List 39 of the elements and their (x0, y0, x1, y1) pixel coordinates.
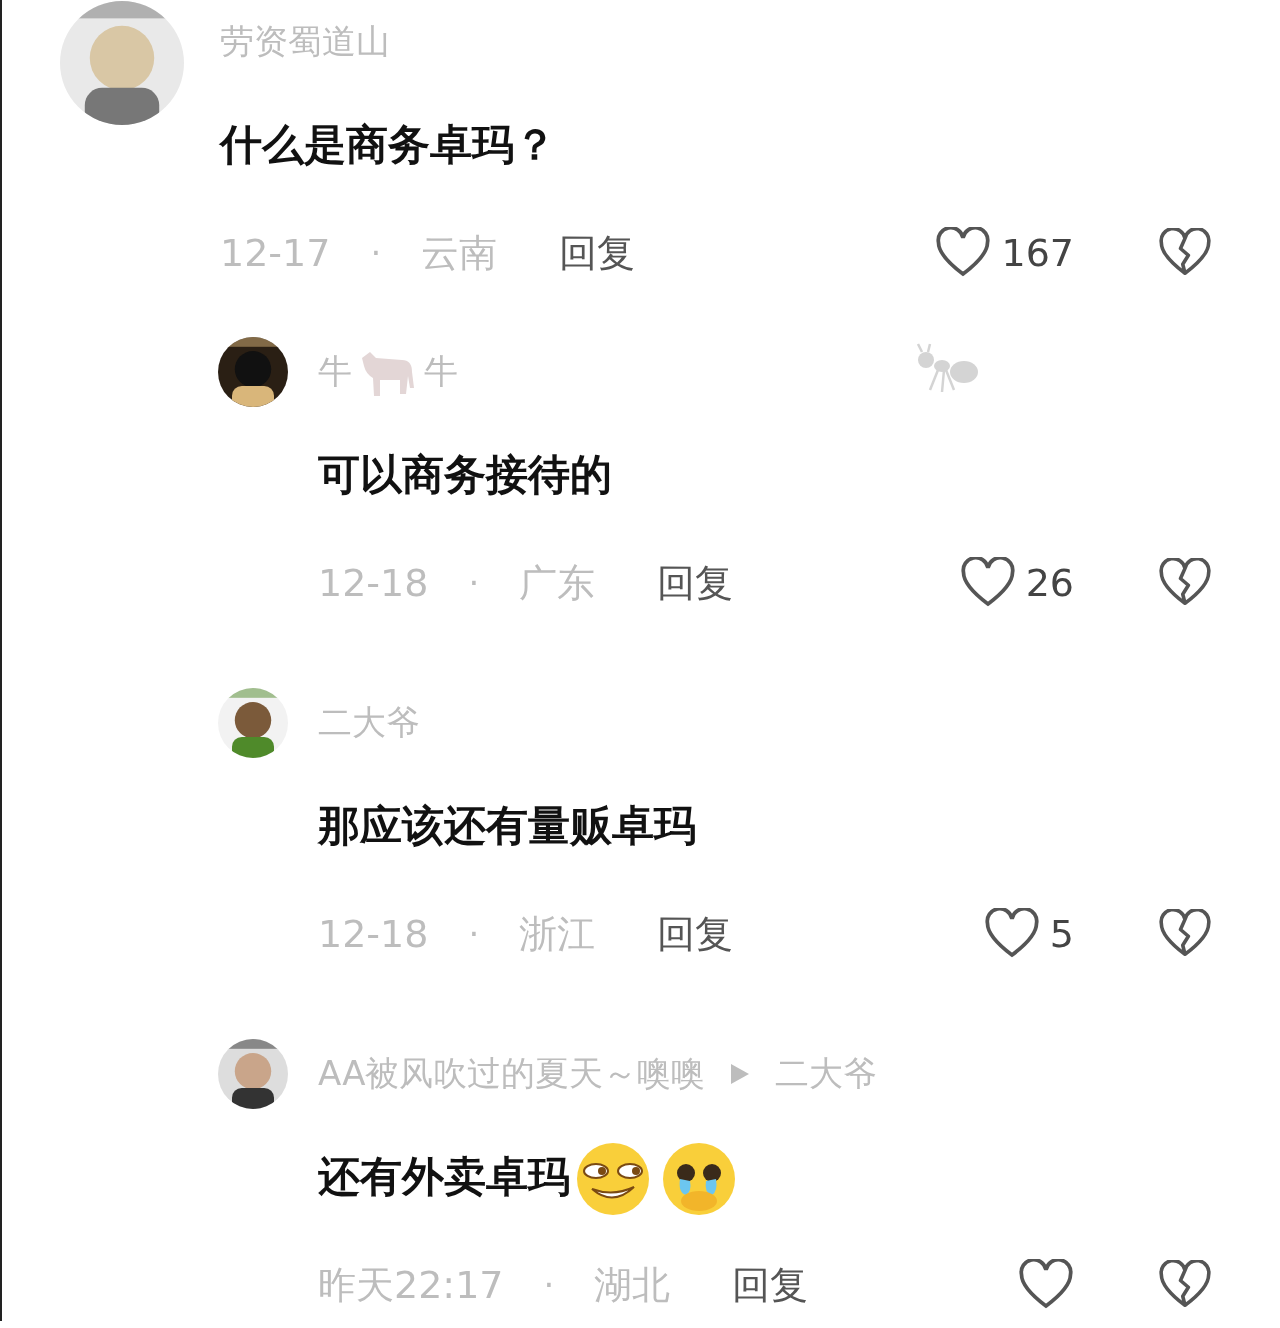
heart-icon (935, 227, 992, 279)
heart-icon (1018, 1259, 1074, 1311)
reply-button[interactable]: 回复 (657, 908, 734, 960)
broken-heart-icon (1158, 1260, 1212, 1310)
like-button[interactable] (1018, 1259, 1074, 1311)
broken-heart-icon (1158, 228, 1212, 278)
heart-icon (959, 557, 1016, 609)
like-button[interactable]: 26 (959, 557, 1074, 609)
comment-text: 还有外卖卓玛 (318, 1151, 570, 1203)
like-count: 167 (1001, 231, 1074, 275)
comment-text: 那应该还有量贩卓玛 (318, 800, 696, 852)
separator-dot: · (468, 563, 480, 603)
dislike-button[interactable] (1158, 228, 1212, 278)
like-button[interactable]: 167 (935, 227, 1074, 279)
comment-date: 12-17 (220, 231, 331, 275)
separator-dot: · (370, 233, 382, 273)
separator-dot: · (543, 1265, 555, 1305)
heart-icon (983, 908, 1040, 960)
reply-button[interactable]: 回复 (559, 227, 636, 279)
location: 云南 (421, 229, 498, 277)
location: 湖北 (594, 1261, 671, 1309)
location: 浙江 (519, 910, 596, 958)
location: 广东 (519, 559, 596, 607)
separator-dot: · (468, 914, 480, 954)
reply-button[interactable]: 回复 (732, 1259, 809, 1311)
dislike-button[interactable] (1158, 558, 1212, 608)
comment-date: 昨天22:17 (318, 1261, 504, 1309)
reply-button[interactable]: 回复 (657, 557, 734, 609)
like-count: 5 (1049, 912, 1074, 956)
comment-date: 12-18 (318, 912, 429, 956)
broken-heart-icon (1158, 558, 1212, 608)
comment-text: 可以商务接待的 (318, 449, 612, 501)
like-count: 26 (1025, 561, 1074, 605)
comment-text: 什么是商务卓玛？ (220, 119, 556, 171)
dislike-button[interactable] (1158, 909, 1212, 959)
like-button[interactable]: 5 (983, 908, 1074, 960)
dislike-button[interactable] (1158, 1260, 1212, 1310)
comment-date: 12-18 (318, 561, 429, 605)
broken-heart-icon (1158, 909, 1212, 959)
